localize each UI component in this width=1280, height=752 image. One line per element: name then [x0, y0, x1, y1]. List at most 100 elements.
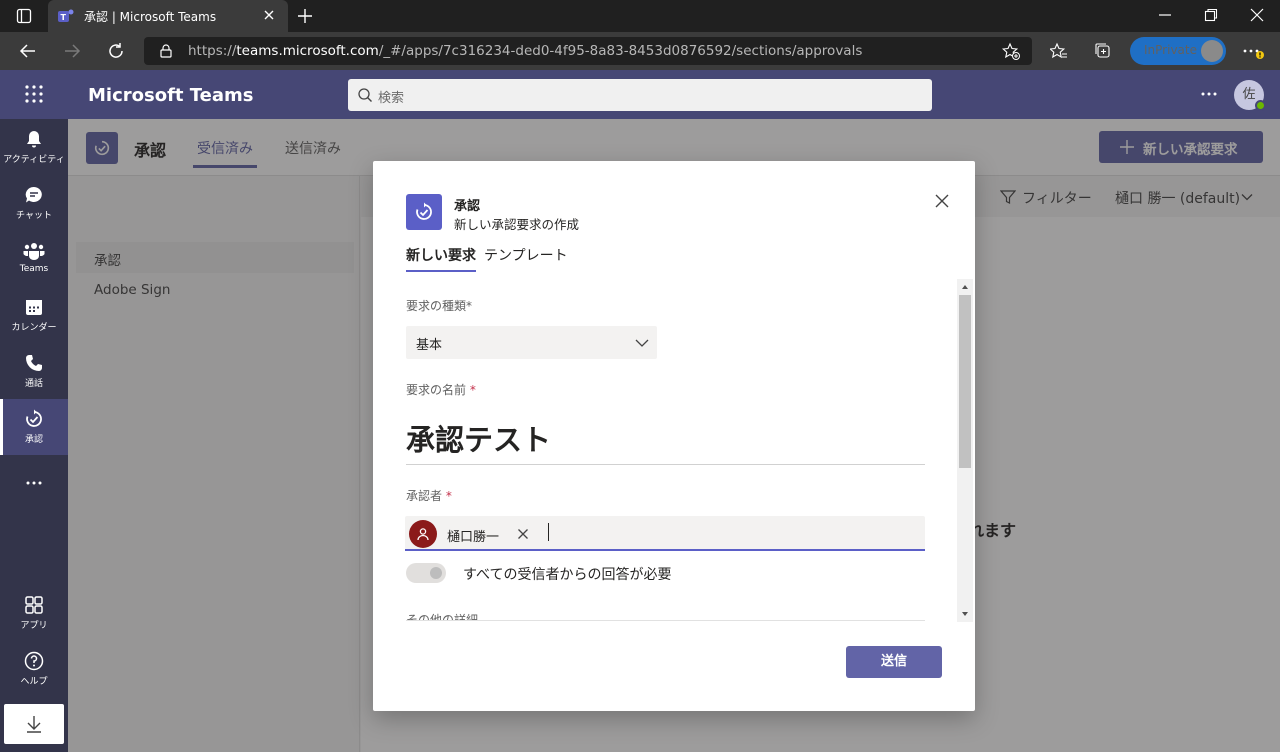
rail-label-apps: アプリ	[20, 621, 48, 631]
user-avatar[interactable]: 佐	[1234, 80, 1266, 111]
rail-item-apps[interactable]: アプリ	[0, 585, 68, 641]
person-icon	[417, 528, 429, 541]
teams-brand: Microsoft Teams	[88, 85, 254, 106]
request-type-value: 基本	[416, 338, 443, 353]
submit-button[interactable]: 送信	[846, 646, 942, 678]
tab-actions-icon[interactable]	[16, 8, 32, 24]
inprivate-badge[interactable]: InPrivate	[1130, 37, 1226, 65]
help-icon	[24, 651, 44, 671]
rail-item-activity[interactable]: アクティビティ	[0, 119, 68, 175]
chat-icon	[25, 186, 42, 203]
approver-name: 樋口勝一	[447, 530, 500, 545]
rail-label-teams: Teams	[19, 264, 49, 274]
rail-item-teams[interactable]: Teams	[0, 231, 68, 287]
approvers-label-text: 承認者	[406, 489, 443, 503]
user-initial: 佐	[1242, 87, 1256, 102]
details-divider	[406, 620, 925, 621]
collections-icon[interactable]	[1094, 42, 1112, 60]
more-options-icon[interactable]	[1200, 87, 1218, 101]
browser-tab-title: 承認 | Microsoft Teams	[84, 10, 217, 24]
settings-more-icon[interactable]	[1242, 42, 1264, 60]
approver-chip: 樋口勝一	[407, 518, 535, 548]
require-all-responses-toggle[interactable]	[406, 563, 446, 583]
chevron-down-icon	[635, 337, 649, 349]
approvers-label: 承認者 *	[406, 487, 452, 504]
teams-icon	[23, 243, 45, 260]
browser-tabstrip: T 承認 | Microsoft Teams	[0, 0, 1280, 32]
back-button[interactable]	[18, 41, 38, 61]
rail-label-activity: アクティビティ	[3, 155, 65, 165]
rail-item-calendar[interactable]: カレンダー	[0, 287, 68, 343]
approvals-icon	[26, 409, 42, 427]
request-name-label-text: 要求の名前	[406, 383, 467, 397]
scrollbar-thumb[interactable]	[959, 295, 971, 468]
reload-button[interactable]	[106, 41, 126, 61]
download-icon	[27, 716, 41, 733]
presence-available-icon	[1255, 100, 1266, 111]
text-cursor	[548, 523, 549, 541]
rail-label-calendar: カレンダー	[11, 323, 57, 333]
approvers-required-mark: *	[445, 489, 452, 503]
close-dialog-icon[interactable]	[933, 192, 951, 210]
calendar-icon	[26, 300, 42, 315]
close-tab-icon[interactable]	[260, 6, 278, 24]
minimize-icon[interactable]	[1158, 8, 1172, 22]
tab-new-request[interactable]: 新しい要求	[406, 245, 476, 272]
download-button[interactable]	[4, 704, 64, 744]
rail-item-help[interactable]: ヘルプ	[0, 641, 68, 697]
rail-item-more[interactable]	[0, 455, 68, 511]
teams-header: Microsoft Teams 検索 佐	[0, 70, 1280, 119]
add-favorite-icon[interactable]	[1002, 42, 1020, 60]
url-host: teams.microsoft.com	[236, 43, 379, 59]
rail-label-chat: チャット	[16, 211, 52, 221]
scroll-down-arrow-icon[interactable]	[957, 608, 973, 620]
search-icon	[357, 87, 373, 103]
approver-avatar	[409, 520, 437, 548]
remove-approver-icon[interactable]	[517, 528, 529, 540]
approvals-app-icon	[406, 194, 442, 230]
site-info-icon[interactable]	[158, 43, 174, 59]
more-apps-icon	[26, 481, 42, 485]
url-path: /_#/apps/7c316234-ded0-4f95-8a83-8453d08…	[378, 43, 863, 59]
rail-label-help: ヘルプ	[20, 677, 48, 687]
request-type-select[interactable]: 基本	[406, 326, 657, 359]
dialog-title: 承認	[454, 199, 481, 214]
profile-avatar	[1201, 40, 1223, 62]
new-tab-icon[interactable]	[296, 7, 314, 25]
forward-button[interactable]	[62, 41, 82, 61]
address-bar[interactable]: https://teams.microsoft.com/_#/apps/7c31…	[144, 37, 1032, 65]
app-launcher-icon[interactable]	[24, 84, 44, 104]
new-approval-dialog: 承認 新しい承認要求の作成 新しい要求 テンプレート 要求の種類* 基本 要求の…	[373, 161, 975, 711]
search-input[interactable]: 検索	[348, 79, 932, 111]
request-type-required-mark: *	[466, 299, 473, 313]
rail-label-calls: 通話	[24, 379, 43, 389]
request-name-label: 要求の名前 *	[406, 381, 476, 398]
close-window-icon[interactable]	[1250, 8, 1264, 22]
url-text: https://teams.microsoft.com/_#/apps/7c31…	[188, 43, 862, 59]
inprivate-label: InPrivate	[1144, 43, 1197, 57]
phone-icon	[26, 355, 42, 371]
search-placeholder: 検索	[378, 91, 405, 106]
rail-item-calls[interactable]: 通話	[0, 343, 68, 399]
rail-label-approvals: 承認	[24, 435, 43, 445]
rail-item-approvals[interactable]: 承認	[0, 399, 68, 455]
scroll-up-arrow-icon[interactable]	[957, 281, 973, 293]
bell-icon	[27, 131, 41, 148]
dialog-subtitle: 新しい承認要求の作成	[454, 217, 580, 232]
request-type-label-text: 要求の種類	[406, 299, 467, 313]
dialog-scrollbar[interactable]	[957, 279, 973, 622]
svg-text:T: T	[61, 13, 67, 22]
request-name-input[interactable]: 承認テスト	[406, 409, 925, 465]
url-prefix: https://	[188, 43, 237, 59]
browser-tab[interactable]: T 承認 | Microsoft Teams	[48, 0, 288, 32]
approvers-input[interactable]: 樋口勝一	[405, 516, 925, 551]
toggle-knob	[430, 567, 442, 579]
teams-favicon-icon: T	[58, 8, 74, 24]
favorites-icon[interactable]	[1050, 42, 1068, 60]
restore-icon[interactable]	[1204, 8, 1218, 22]
apps-icon	[25, 596, 43, 614]
rail-item-chat[interactable]: チャット	[0, 175, 68, 231]
details-section-clipped: その他の詳細	[373, 601, 933, 621]
left-rail: アクティビティ チャット Teams カレンダー 通話 承認 アプリ ヘルプ	[0, 119, 68, 752]
tab-templates[interactable]: テンプレート	[484, 245, 568, 265]
